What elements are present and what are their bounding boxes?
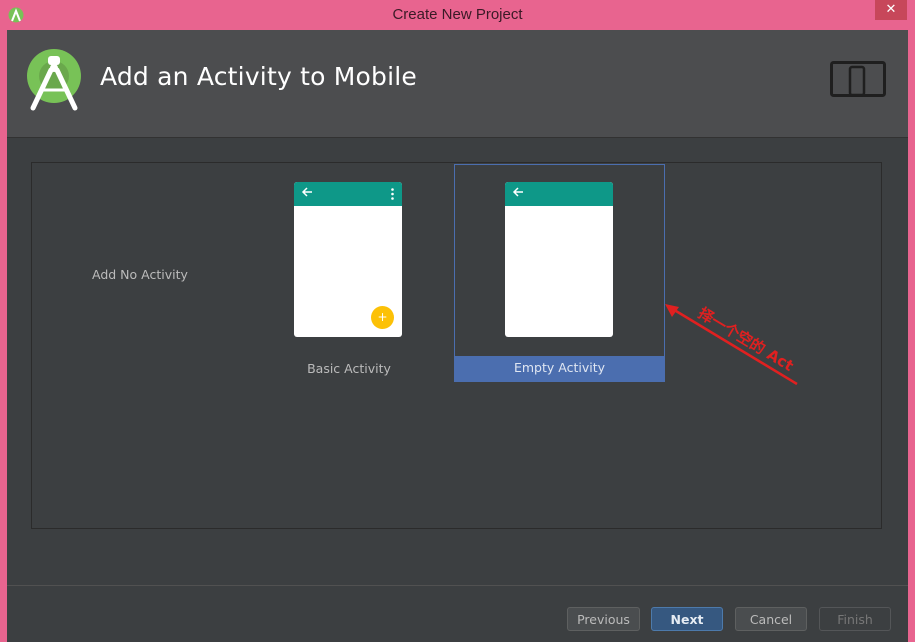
footer-divider [7, 585, 908, 586]
template-preview: + [294, 182, 402, 337]
finish-button[interactable]: Finish [819, 607, 891, 631]
add-no-activity-option[interactable]: Add No Activity [92, 267, 188, 282]
annotation-text: 择一个空的 Act [695, 304, 797, 375]
template-basic-activity[interactable]: + Basic Activity [282, 163, 416, 381]
previous-button[interactable]: Previous [567, 607, 640, 631]
overflow-menu-icon [391, 188, 394, 200]
page-title: Add an Activity to Mobile [100, 62, 417, 91]
back-arrow-icon [301, 187, 312, 197]
dialog-body: Add an Activity to Mobile Add No Activit… [7, 30, 908, 642]
template-empty-activity[interactable]: Empty Activity [454, 164, 665, 382]
window-title: Create New Project [392, 6, 523, 23]
android-studio-logo-icon [27, 49, 81, 111]
template-label: Empty Activity [455, 356, 664, 381]
template-label: Basic Activity [307, 361, 391, 376]
toolbar-preview [505, 182, 613, 206]
next-button[interactable]: Next [651, 607, 723, 631]
toolbar-preview [294, 182, 402, 206]
red-arrow-annotation: 择一个空的 Act [665, 304, 798, 386]
back-arrow-icon [512, 187, 523, 197]
close-button[interactable]: ✕ [875, 0, 907, 20]
phone-tablet-icon [830, 61, 886, 97]
dialog-header: Add an Activity to Mobile [7, 30, 908, 138]
cancel-button[interactable]: Cancel [735, 607, 807, 631]
template-preview [505, 182, 613, 337]
fab-plus-icon: + [371, 306, 394, 329]
title-bar: Create New Project ✕ [0, 0, 915, 30]
